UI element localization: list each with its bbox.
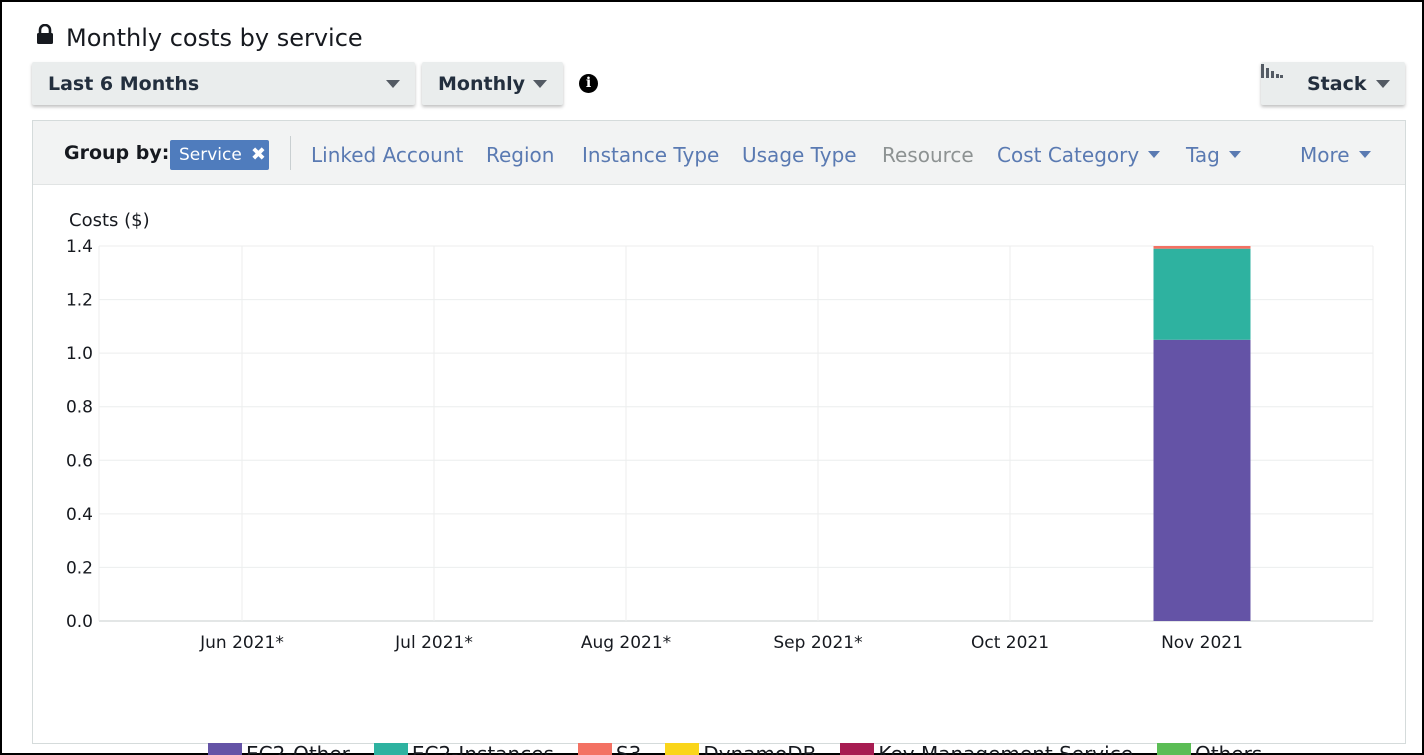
legend-item[interactable]: S3 bbox=[577, 742, 642, 755]
y-tick-label: 0.8 bbox=[66, 398, 93, 418]
info-icon[interactable]: i bbox=[579, 74, 598, 93]
time-range-value: Last 6 Months bbox=[48, 72, 200, 95]
chevron-down-icon bbox=[533, 80, 547, 88]
legend-label: Key Management Service bbox=[878, 742, 1133, 755]
legend-swatch bbox=[208, 743, 242, 755]
y-tick-label: 1.0 bbox=[66, 344, 93, 364]
chevron-down-icon bbox=[1228, 151, 1241, 158]
y-tick-label: 0.2 bbox=[66, 558, 93, 578]
bar-segment bbox=[1153, 339, 1251, 621]
y-tick-label: 0.0 bbox=[66, 612, 93, 632]
chart-panel: Group by: Service ✖ Linked Account Regio… bbox=[32, 120, 1406, 755]
cost-explorer-widget: Monthly costs by service Last 6 Months M… bbox=[0, 0, 1424, 755]
y-tick-label: 1.4 bbox=[66, 237, 93, 257]
group-by-region[interactable]: Region bbox=[486, 143, 554, 167]
granularity-value: Monthly bbox=[438, 72, 525, 95]
x-tick-label: Nov 2021 bbox=[1161, 633, 1243, 653]
chart-legend: EC2-Other EC2-Instances S3 DynamoDB Key Mana… bbox=[208, 742, 1286, 755]
chart-style-value: Stack bbox=[1307, 72, 1367, 95]
legend-label: Others bbox=[1195, 742, 1263, 755]
y-axis-label: Costs ($) bbox=[69, 210, 150, 231]
group-by-more[interactable]: More bbox=[1300, 143, 1371, 167]
legend-swatch bbox=[840, 743, 875, 755]
group-by-label: Group by: bbox=[64, 142, 170, 164]
group-by-tag[interactable]: Tag bbox=[1186, 143, 1241, 167]
group-by-usage-type[interactable]: Usage Type bbox=[742, 143, 857, 167]
chevron-down-icon bbox=[1148, 151, 1161, 158]
y-tick-label: 0.4 bbox=[66, 505, 93, 525]
chip-label: Service bbox=[179, 145, 242, 165]
x-tick-label: Jun 2021* bbox=[199, 633, 284, 653]
legend-swatch bbox=[373, 743, 408, 755]
x-tick-label: Jul 2021* bbox=[394, 633, 473, 653]
x-tick-label: Sep 2021* bbox=[773, 633, 862, 653]
legend-item[interactable]: EC2-Instances bbox=[373, 742, 554, 755]
divider bbox=[290, 136, 291, 170]
group-by-linked-account[interactable]: Linked Account bbox=[311, 143, 463, 167]
legend-label: DynamoDB bbox=[703, 742, 817, 755]
group-by-bar: Group by: Service ✖ Linked Account Regio… bbox=[33, 121, 1405, 185]
chevron-down-icon bbox=[1358, 151, 1371, 158]
group-by-resource: Resource bbox=[882, 143, 974, 167]
chevron-down-icon bbox=[1376, 80, 1390, 88]
legend-swatch bbox=[1157, 743, 1191, 755]
legend-item[interactable]: Others bbox=[1157, 742, 1262, 755]
x-tick-label: Oct 2021 bbox=[971, 633, 1049, 653]
close-icon[interactable]: ✖ bbox=[251, 146, 266, 164]
bar-segment bbox=[1153, 248, 1251, 340]
time-range-dropdown[interactable]: Last 6 Months bbox=[32, 62, 415, 105]
legend-swatch bbox=[665, 743, 700, 755]
legend-label: S3 bbox=[615, 742, 642, 755]
cost-chart: Costs ($) 0.0 0.2 0.4 0.6 0.8 1.0 1.2 1.4 Jun 202… bbox=[33, 186, 1405, 755]
group-by-cost-category[interactable]: Cost Category bbox=[997, 143, 1161, 167]
legend-item[interactable]: DynamoDB bbox=[665, 742, 816, 755]
chevron-down-icon bbox=[386, 80, 400, 88]
legend-swatch bbox=[577, 743, 612, 755]
legend-item[interactable]: Key Management Service bbox=[840, 742, 1133, 755]
legend-label: EC2-Instances bbox=[411, 742, 554, 755]
y-tick-label: 1.2 bbox=[66, 291, 93, 311]
page-title: Monthly costs by service bbox=[66, 24, 363, 52]
bar-chart-icon bbox=[1261, 64, 1297, 92]
group-by-service-chip[interactable]: Service ✖ bbox=[170, 140, 269, 170]
granularity-dropdown[interactable]: Monthly bbox=[422, 62, 563, 105]
lock-icon bbox=[36, 24, 54, 48]
chart-canvas: Costs ($) 0.0 0.2 0.4 0.6 0.8 1.0 1.2 1.4 Jun 202… bbox=[66, 210, 1374, 653]
x-tick-label: Aug 2021* bbox=[581, 633, 671, 653]
bar-segment bbox=[1153, 246, 1251, 249]
group-by-instance-type[interactable]: Instance Type bbox=[582, 143, 719, 167]
y-tick-label: 0.6 bbox=[66, 451, 93, 471]
widget-header: Monthly costs by service bbox=[36, 24, 363, 52]
legend-item[interactable]: EC2-Other bbox=[208, 742, 350, 755]
chart-style-dropdown[interactable]: Stack bbox=[1261, 62, 1405, 105]
legend-label: EC2-Other bbox=[246, 742, 350, 755]
